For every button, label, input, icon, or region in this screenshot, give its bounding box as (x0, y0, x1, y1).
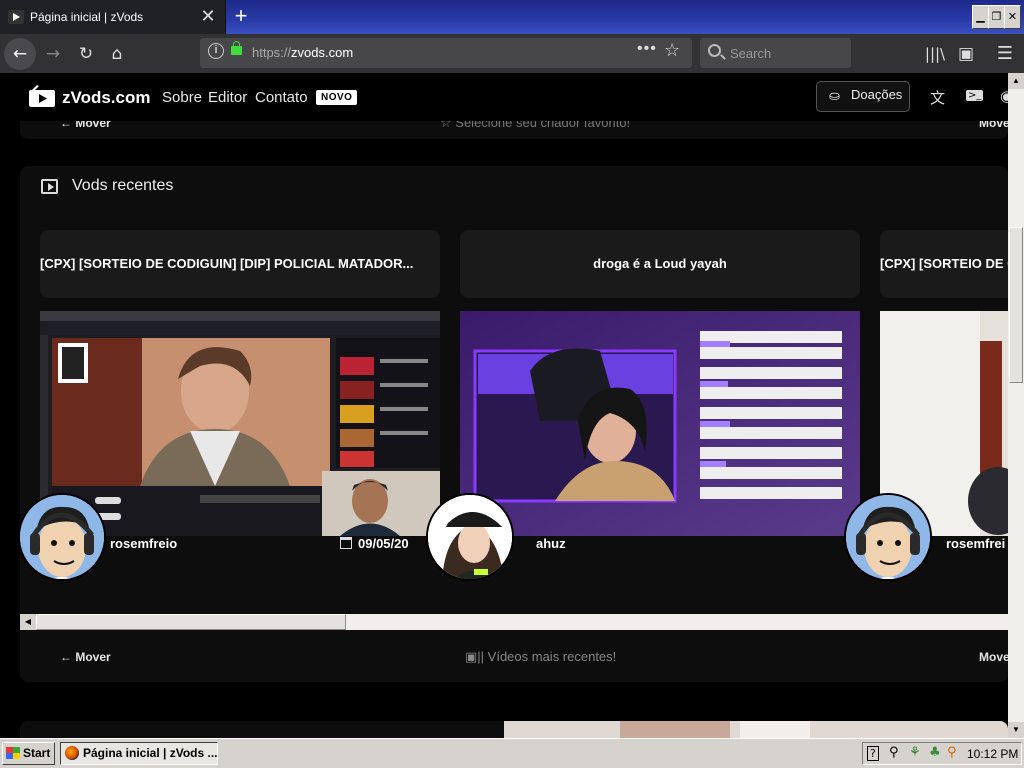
vod-date: 09/05/20 (340, 536, 409, 551)
tab-title: Página inicial | zVods (30, 10, 144, 24)
donate-hand-icon: ⛀ (829, 89, 840, 104)
scroll-down-arrow-icon[interactable]: ▼ (1008, 722, 1024, 738)
section-title: Vods recentes (72, 177, 174, 194)
forward-arrow-icon[interactable]: → (38, 39, 68, 69)
site-header: zVods.com Sobre Editor Contato NOVO ⛀ Do… (0, 73, 1008, 121)
back-arrow-icon[interactable]: ← (4, 38, 36, 70)
scroll-up-arrow-icon[interactable]: ▲ (1008, 73, 1024, 89)
volume-icon[interactable]: ⚲ (889, 745, 899, 760)
star-icon[interactable]: ☆ (664, 40, 680, 61)
windows-logo-icon (6, 747, 20, 759)
search-tray-icon[interactable]: ⚲ (947, 745, 957, 760)
terminal-icon[interactable]: >_ (966, 90, 984, 101)
page-actions-icon[interactable]: ••• (637, 40, 657, 58)
scrollbar-thumb[interactable] (36, 614, 346, 630)
recent-videos-hint: ▣|| Vídeos mais recentes! (465, 649, 617, 664)
donate-button[interactable]: ⛀ Doações (816, 81, 910, 112)
recent-vods-card: Vods recentes [CPX] [SORTEIO DE CODIGUIN… (20, 166, 1008, 682)
scrollbar-thumb[interactable] (1009, 227, 1023, 383)
network-icon[interactable]: ⚘ (909, 745, 921, 760)
logo-text[interactable]: zVods.com (62, 88, 150, 108)
search-input[interactable] (730, 38, 845, 68)
reload-icon[interactable]: ↻ (71, 39, 101, 69)
vod-title-box[interactable]: droga é a Loud yayah (460, 230, 860, 298)
vod-thumbnail[interactable] (40, 311, 440, 536)
browser-tab[interactable]: Página inicial | zVods ✕ (0, 0, 226, 34)
calendar-icon (340, 537, 352, 549)
url-bar[interactable]: i https://zvods.com ••• ☆ (200, 38, 692, 68)
clock: 10:12 PM (967, 747, 1019, 761)
discord-icon[interactable]: ◉ (1000, 87, 1008, 105)
vod-title: droga é a Loud yayah (593, 256, 727, 271)
vod-meta: ahuz (460, 536, 860, 572)
scroll-left-arrow-icon[interactable]: ◀ (20, 614, 36, 630)
web-page: ← Mover ☆ Selecione seu criador favorito… (0, 73, 1008, 738)
tray-app-icon[interactable]: ♣ (929, 745, 941, 760)
taskbar: Start Página inicial | zVods ... ? ⚲ ⚘ ♣… (0, 738, 1024, 768)
logo-icon[interactable] (28, 84, 56, 108)
nav-link-sobre[interactable]: Sobre (162, 89, 202, 106)
vod-title-box[interactable]: [CPX] [SORTEIO DE C (880, 230, 1008, 298)
youtube-favicon-icon (8, 10, 24, 24)
info-icon[interactable]: i (208, 43, 224, 59)
taskbar-item-browser[interactable]: Página inicial | zVods ... (60, 742, 218, 765)
vertical-scrollbar[interactable]: ▲ ▼ (1008, 73, 1024, 738)
lock-icon (231, 41, 242, 55)
new-tab-button[interactable]: + (228, 4, 254, 30)
url-text[interactable]: https://zvods.com (252, 45, 353, 60)
avatar[interactable] (18, 493, 106, 581)
sidebar-icon[interactable]: ▣ (951, 39, 981, 69)
new-badge: NOVO (316, 90, 358, 105)
vod-channel[interactable]: rosemfreio (110, 536, 177, 551)
vod-title-box[interactable]: [CPX] [SORTEIO DE CODIGUIN] [DIP] POLICI… (40, 230, 440, 298)
vod-thumbnail[interactable] (460, 311, 860, 536)
translate-icon[interactable]: 文 (930, 87, 945, 108)
vod-channel[interactable]: rosemfrei (946, 536, 1005, 551)
move-left-button[interactable]: ← Mover (60, 650, 111, 664)
menu-icon[interactable]: ☰ (990, 39, 1020, 69)
browser-tab-strip: Página inicial | zVods ✕ + ▁ ❐ ✕ (0, 0, 1024, 34)
avatar[interactable] (844, 493, 932, 581)
tab-close-icon[interactable]: ✕ (199, 6, 217, 26)
firefox-icon (65, 746, 79, 760)
home-icon[interactable]: ⌂ (102, 39, 132, 69)
close-window-button[interactable]: ✕ (1004, 5, 1021, 29)
play-box-icon (41, 179, 58, 194)
horizontal-scrollbar[interactable]: ◀ (20, 614, 1008, 630)
browser-navbar: ← → ↻ ⌂ i https://zvods.com ••• ☆ |||\ ▣… (0, 34, 1024, 73)
vod-title: [CPX] [SORTEIO DE CODIGUIN] [DIP] POLICI… (40, 256, 414, 271)
restore-window-button[interactable]: ❐ (988, 5, 1005, 29)
vod-channel[interactable]: ahuz (536, 536, 566, 551)
system-tray: ? ⚲ ⚘ ♣ ⚲ 10:12 PM (862, 742, 1022, 765)
start-button[interactable]: Start (2, 742, 55, 765)
help-icon[interactable]: ? (867, 746, 879, 761)
vod-title: [CPX] [SORTEIO DE C (880, 256, 1008, 271)
search-bar[interactable] (700, 38, 851, 68)
library-icon[interactable]: |||\ (920, 39, 950, 69)
avatar[interactable] (426, 493, 514, 581)
minimize-window-button[interactable]: ▁ (972, 5, 989, 29)
nav-link-contato[interactable]: Contato (255, 89, 308, 106)
nav-link-editor[interactable]: Editor (208, 89, 247, 106)
move-right-button[interactable]: Move (979, 650, 1008, 664)
search-icon (708, 44, 721, 57)
vod-card[interactable]: droga é a Loud yayah ahuz (460, 230, 860, 580)
recent-vods-footer: ← Mover ▣|| Vídeos mais recentes! Move (20, 630, 1008, 682)
next-section-card (20, 721, 1008, 738)
